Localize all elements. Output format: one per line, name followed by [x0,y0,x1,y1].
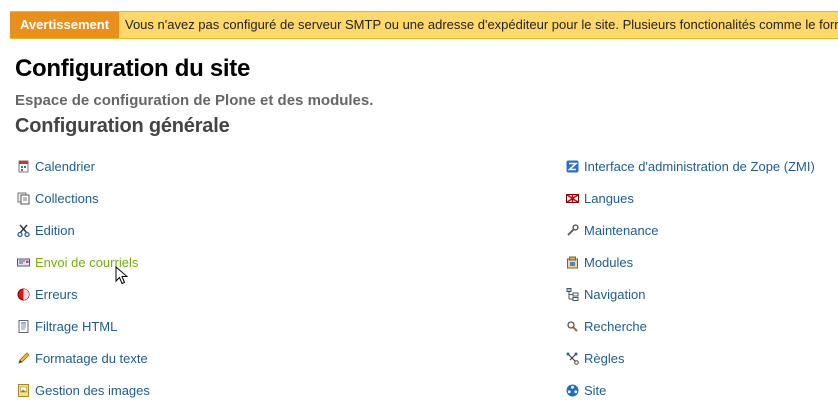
link-label: Modules [584,254,634,270]
link-site[interactable]: Site [566,383,606,398]
link-label: Filtrage HTML [35,318,118,334]
link-label: Gestion des images [35,382,150,398]
list-item: Maintenance [566,214,815,246]
link-label: Erreurs [35,286,78,302]
link-regles[interactable]: Règles [566,351,624,366]
link-calendrier[interactable]: Calendrier [17,159,95,174]
mail-icon [17,258,30,266]
link-label: Règles [584,350,625,366]
wrench-icon [567,223,579,236]
list-item: Langues [566,182,815,214]
link-label: Edition [35,222,75,238]
flag-icon [566,193,579,203]
pencil-icon [18,351,30,364]
search-icon [567,320,578,332]
link-label: Langues [584,190,634,206]
link-label: Calendrier [35,158,95,174]
scissors-icon [17,224,30,237]
list-item: Règles [566,342,815,374]
list-item: Formatage du texte [17,342,150,374]
image-icon [18,383,29,397]
link-label: Maintenance [584,222,659,238]
link-label: Collections [35,190,99,206]
section-title: Configuration générale [15,115,230,137]
collections-icon [17,192,30,204]
list-item: Calendrier [17,150,150,182]
warning-label: Avertissement [10,12,119,38]
list-item: Recherche [566,310,815,342]
list-item: Collections [17,182,150,214]
link-gestion-des-images[interactable]: Gestion des images [17,383,150,398]
error-icon [17,288,30,300]
link-modules[interactable]: Modules [566,255,633,270]
modules-icon [567,256,578,268]
link-filtrage-html[interactable]: Filtrage HTML [17,319,117,334]
list-item: Navigation [566,278,815,310]
link-collections[interactable]: Collections [17,191,99,206]
list-item: Filtrage HTML [17,310,150,342]
warning-message: Vous n'avez pas configuré de serveur SMT… [125,17,838,32]
link-edition[interactable]: Edition [17,223,75,238]
list-item: Erreurs [17,278,150,310]
link-navigation[interactable]: Navigation [566,287,645,302]
control-panel-list-right: Interface d'administration de Zope (ZMI)… [566,150,815,406]
link-label: Interface d'administration de Zope (ZMI) [584,158,815,174]
page-description: Espace de configuration de Plone et des … [15,92,374,109]
link-label: Recherche [584,318,647,334]
sitemap-icon [566,287,579,301]
list-item: Gestion des images [17,374,150,406]
list-item: Site [566,374,815,406]
site-icon [566,384,579,396]
link-label: Site [584,382,607,398]
link-zmi[interactable]: Interface d'administration de Zope (ZMI) [566,159,815,174]
list-item: Edition [17,214,150,246]
smtp-warning-banner: Avertissement Vous n'avez pas configuré … [10,11,838,39]
page-title: Configuration du site [15,55,251,82]
calendar-icon [18,160,29,172]
mouse-pointer-icon [115,266,129,285]
link-recherche[interactable]: Recherche [566,319,647,334]
link-erreurs[interactable]: Erreurs [17,287,78,302]
link-maintenance[interactable]: Maintenance [566,223,658,238]
link-formatage-du-texte[interactable]: Formatage du texte [17,351,148,366]
list-item: Interface d'administration de Zope (ZMI) [566,150,815,182]
rules-icon [566,352,579,365]
link-langues[interactable]: Langues [566,191,634,206]
html-filter-icon [18,319,29,333]
list-item: Modules [566,246,815,278]
zope-icon [566,160,579,172]
list-item: Envoi de courriels [17,246,150,278]
link-label: Navigation [584,286,646,302]
control-panel-list-left: Calendrier Collections Edition Envoi de … [17,150,150,406]
link-label: Formatage du texte [35,350,148,366]
